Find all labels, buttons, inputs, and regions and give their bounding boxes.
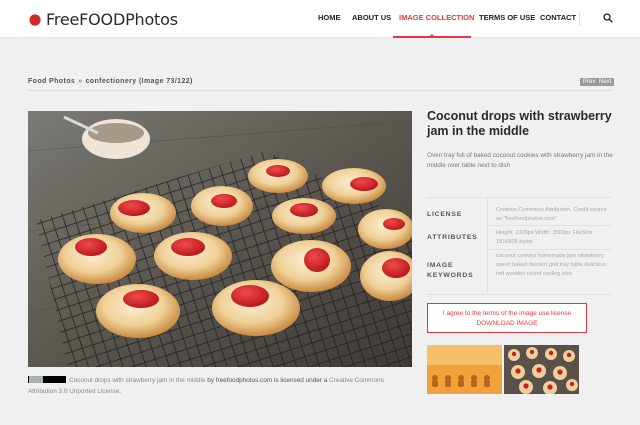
meta-column-divider (487, 198, 488, 293)
logo-text: FreeFOODPhotos (46, 9, 178, 29)
breadcrumb-separator: » (78, 78, 83, 85)
keywords-label: IMAGE KEYWORDS (427, 262, 474, 279)
search-icon[interactable] (603, 13, 613, 23)
breadcrumb-category[interactable]: confectionery (85, 78, 136, 85)
license-site-link[interactable]: freefoodphotos.com (216, 377, 273, 384)
next-button[interactable]: Next (596, 78, 615, 86)
breadcrumb-root[interactable]: Food Photos (28, 78, 75, 85)
meta-divider-1 (487, 225, 612, 226)
cc-by-badge-icon[interactable] (28, 376, 66, 383)
license-licensed-text: is licensed under a (274, 377, 328, 384)
gingerbread-thumbnail-illustration (427, 345, 502, 394)
site-header: FreeFOODPhotos HOME ABOUT US IMAGE COLLE… (0, 0, 640, 38)
download-image-button[interactable]: DOWNLOAD IMAGE (428, 319, 586, 329)
image-description: Oven tray full of baked coconut cookies … (427, 152, 613, 169)
nav-contact[interactable]: CONTACT (540, 13, 576, 22)
agree-terms-text[interactable]: I agree to the terms of the image use li… (428, 309, 586, 319)
site-logo[interactable]: FreeFOODPhotos (28, 9, 178, 29)
license-attribution: Coconut drops with strawberry jam in the… (28, 376, 412, 397)
main-photo[interactable] (28, 111, 412, 367)
image-title: Coconut drops with strawberry jam in the… (427, 109, 612, 138)
license-by: by (207, 377, 214, 384)
nav-about-us[interactable]: ABOUT US (352, 13, 391, 22)
keywords-value: coconut cookies homemade jam strawberry … (496, 253, 607, 278)
nav-image-collection[interactable]: IMAGE COLLECTION (399, 13, 474, 22)
cookies-photo-illustration (28, 111, 412, 367)
license-label: LICENSE (427, 211, 463, 218)
breadcrumb-divider (28, 90, 612, 91)
download-box[interactable]: I agree to the terms of the image use li… (427, 303, 587, 333)
active-nav-indicator (393, 36, 471, 38)
related-thumbnail-2[interactable] (504, 345, 579, 394)
meta-top-divider (427, 197, 612, 198)
cookies-thumbnail-illustration (504, 345, 579, 394)
attributes-label: ATTRIBUTES (427, 234, 478, 241)
nav-terms-of-use[interactable]: TERMS OF USE (479, 13, 535, 22)
tomato-logo-icon (29, 14, 41, 26)
license-value: Creative Commons Attribution. Credit sou… (496, 207, 607, 223)
meta-divider-2 (487, 249, 612, 250)
meta-bottom-divider (427, 294, 612, 295)
breadcrumb-position: (Image 73/122) (138, 78, 193, 85)
nav-home[interactable]: HOME (318, 13, 341, 22)
attributes-value: Height: 2329px Width: 3500px FileSize: 1… (496, 230, 594, 246)
breadcrumb: Food Photos» confectionery (Image 73/122) (28, 78, 193, 85)
related-thumbnail-1[interactable] (427, 345, 502, 394)
license-work-title: Coconut drops with strawberry jam in the… (69, 377, 206, 384)
nav-divider (579, 12, 580, 26)
